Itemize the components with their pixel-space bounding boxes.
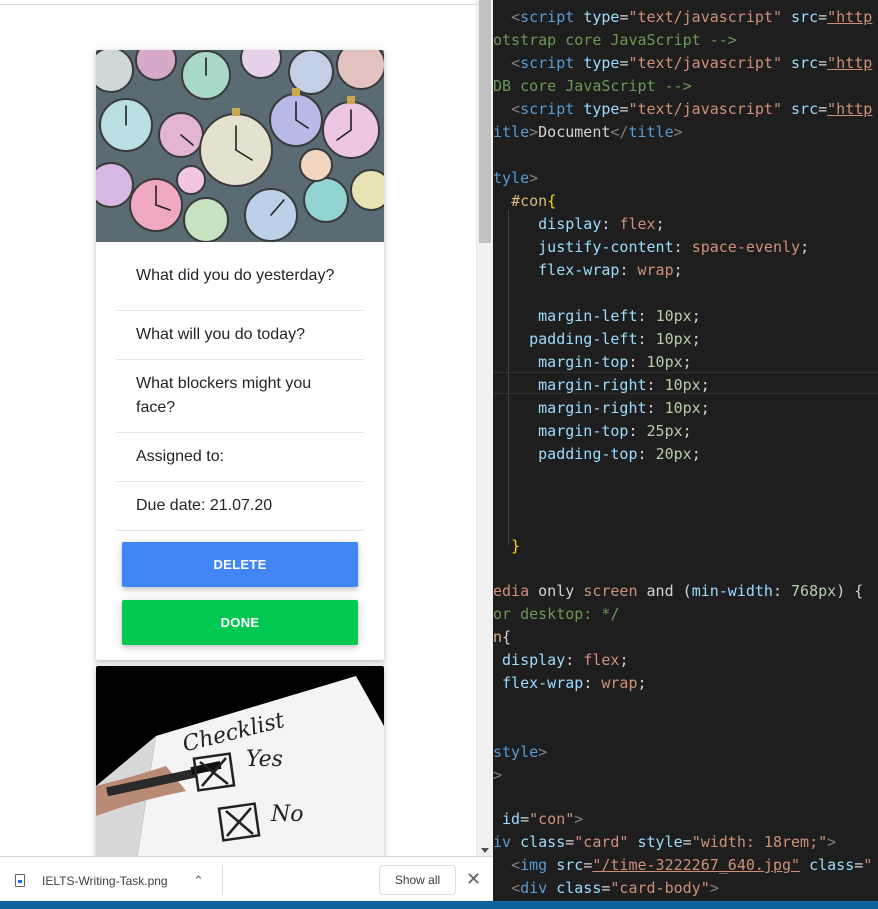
code-line: iv class="card" style="width: 18rem;"> <box>493 833 837 851</box>
code-line: margin-top: 25px; <box>538 422 692 440</box>
clocks-image <box>96 50 384 242</box>
code-line: edia only screen and (min-width: 768px) … <box>493 582 864 600</box>
code-line: } <box>511 537 521 555</box>
no-text: No <box>270 802 304 827</box>
list-item: Due date: 21.07.20 <box>116 482 364 531</box>
list-item: What blockers might you face? <box>116 360 364 433</box>
code-line: flex-wrap: wrap; <box>502 674 647 692</box>
list-item: What will you do today? <box>116 311 364 360</box>
code-line: #con{ <box>511 192 557 210</box>
code-line: padding-left: 10px; <box>529 330 701 348</box>
code-line: margin-right: 10px; <box>538 399 710 417</box>
code-line: margin-top: 10px; <box>538 353 692 371</box>
code-editor[interactable]: <script type="text/javascript" src="http… <box>493 0 878 901</box>
page-scrollbar[interactable] <box>476 0 493 856</box>
checklist-image: Checklist Yes No <box>96 666 384 856</box>
code-line: id="con"> <box>502 810 584 828</box>
code-line: > <box>493 766 503 784</box>
task-card: Checklist Yes No <box>96 666 384 856</box>
code-line: justify-content: space-evenly; <box>538 238 810 256</box>
show-all-button[interactable]: Show all <box>379 865 456 895</box>
code-line: or desktop: */ <box>493 605 620 623</box>
code-line: otstrap core JavaScript --> <box>493 31 737 49</box>
code-line: display: flex; <box>502 651 629 669</box>
code-line: flex-wrap: wrap; <box>538 261 683 279</box>
code-line: padding-top: 20px; <box>538 445 701 463</box>
code-line: DB core JavaScript --> <box>493 77 692 95</box>
task-card: What did you do yesterday? What will you… <box>96 50 384 660</box>
code-line: <script type="text/javascript" src="http <box>511 54 873 72</box>
code-line: <script type="text/javascript" src="http <box>511 8 873 26</box>
close-icon[interactable]: ✕ <box>466 869 481 890</box>
code-line: tyle> <box>493 169 539 187</box>
chevron-up-icon[interactable]: ⌃ <box>193 873 204 889</box>
page-viewport: What did you do yesterday? What will you… <box>0 5 476 856</box>
scrollbar-thumb[interactable] <box>479 0 491 243</box>
code-line: <script type="text/javascript" src="http <box>511 100 873 118</box>
downloads-divider <box>222 865 223 895</box>
code-line: margin-left: 10px; <box>538 307 701 325</box>
list-item: What did you do yesterday? <box>116 242 364 311</box>
code-line: style> <box>493 743 548 761</box>
file-icon <box>15 874 25 887</box>
yes-text: Yes <box>246 747 283 772</box>
code-line: <div class="card-body"> <box>511 879 719 897</box>
status-bar <box>0 901 878 909</box>
list-item: Assigned to: <box>116 433 364 482</box>
code-line: margin-right: 10px; <box>538 376 710 394</box>
downloads-bar: IELTS-Writing-Task.png ⌃ Show all ✕ <box>0 856 493 901</box>
card-body-list: What did you do yesterday? What will you… <box>116 242 364 531</box>
scroll-down-arrow-icon[interactable] <box>481 848 489 853</box>
code-line: display: flex; <box>538 215 665 233</box>
code-line: <img src="/time-3222267_640.jpg" class=" <box>511 856 873 874</box>
browser-window: What did you do yesterday? What will you… <box>0 0 493 909</box>
code-line: itle>Document</title> <box>493 123 683 141</box>
download-filename[interactable]: IELTS-Writing-Task.png <box>42 874 168 888</box>
done-button[interactable]: DONE <box>122 600 358 645</box>
delete-button[interactable]: DELETE <box>122 542 358 587</box>
code-line: n{ <box>493 628 512 646</box>
